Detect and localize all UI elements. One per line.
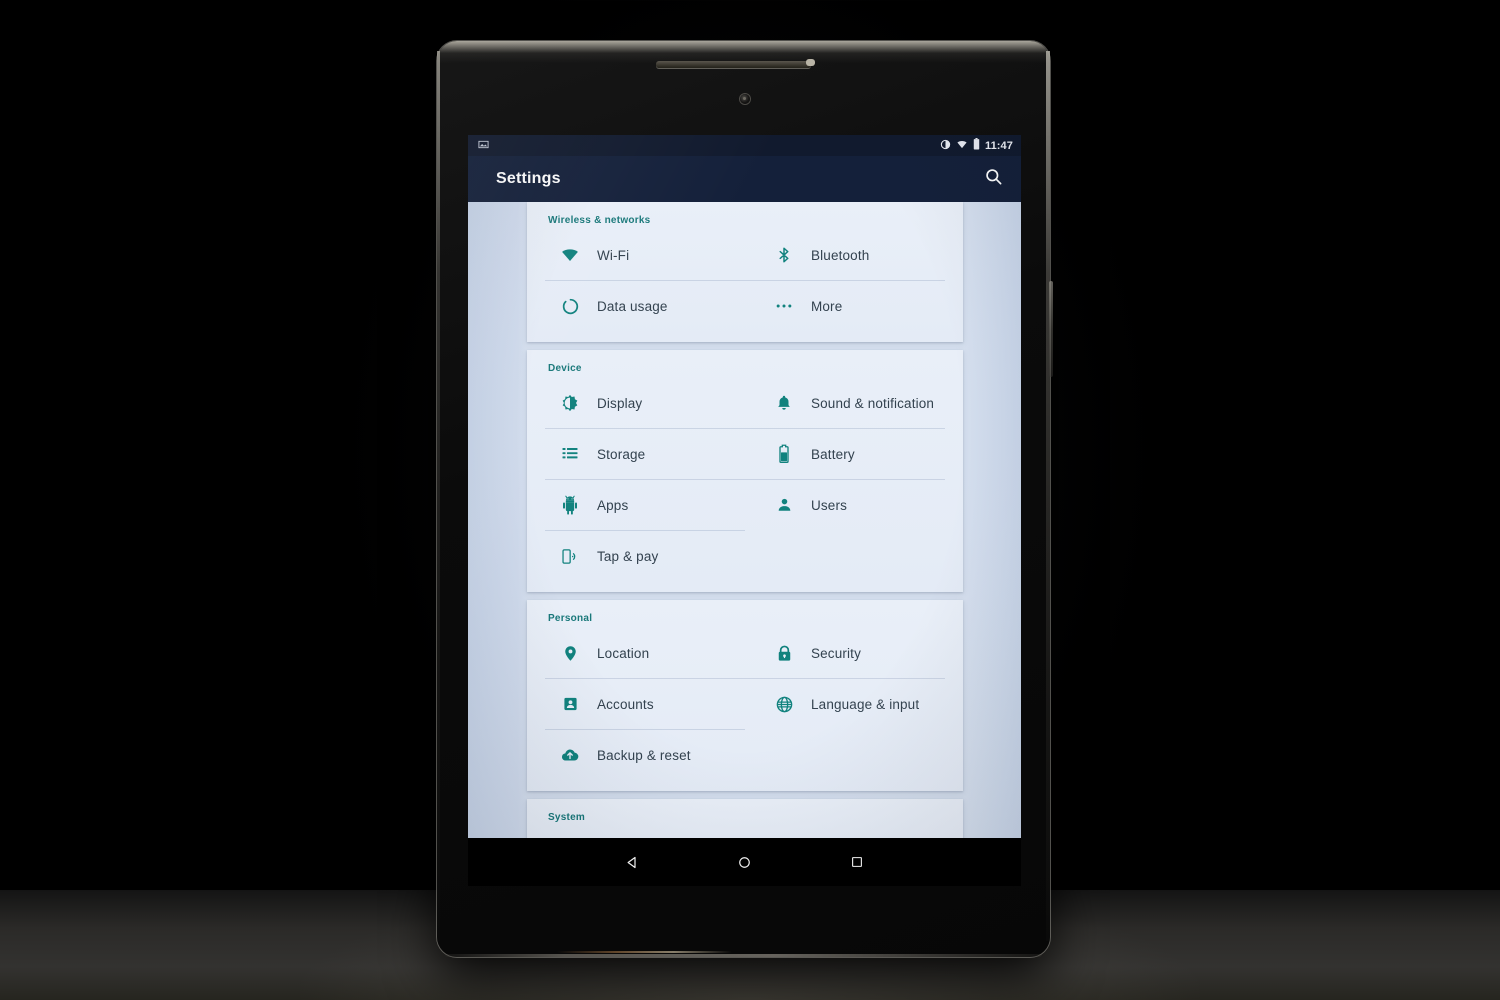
settings-item-label: Accounts: [597, 696, 654, 712]
battery-icon: [771, 442, 797, 466]
settings-item-more[interactable]: More: [745, 281, 945, 332]
settings-item-backup-reset[interactable]: Backup & reset: [545, 730, 745, 781]
status-bar-clock: 11:47: [984, 139, 1013, 152]
settings-item-wi-fi[interactable]: Wi-Fi: [545, 230, 745, 281]
bell-icon: [771, 391, 797, 415]
settings-card-column: Wireless & networks Wi-Fi Bluetooth Data us…: [527, 202, 963, 838]
settings-item-sound-notification[interactable]: Sound & notification: [745, 378, 945, 429]
search-icon[interactable]: [984, 167, 1003, 191]
do-not-disturb-icon: [940, 137, 951, 155]
bluetooth-icon: [771, 243, 797, 267]
camera-lens-dot: [743, 97, 746, 100]
back-button[interactable]: [620, 849, 646, 875]
section-empty-space: [527, 827, 963, 838]
settings-item-label: Display: [597, 395, 643, 411]
settings-scroll-area[interactable]: Wireless & networks Wi-Fi Bluetooth Data us…: [468, 202, 1021, 838]
settings-item-display[interactable]: Display: [545, 378, 745, 429]
android-icon: [557, 493, 583, 517]
settings-item-tap-pay[interactable]: Tap & pay: [545, 531, 745, 582]
settings-item-label: Wi-Fi: [597, 247, 630, 263]
more-icon: [771, 294, 797, 318]
settings-item-label: Security: [811, 645, 861, 661]
settings-item-label: Data usage: [597, 298, 668, 314]
settings-card-device: Device Display Sound & notification Storage…: [527, 350, 963, 592]
settings-item-storage[interactable]: Storage: [545, 429, 745, 480]
settings-item-label: Sound & notification: [811, 395, 935, 411]
data-usage-icon: [557, 294, 583, 318]
storage-icon: [557, 442, 583, 466]
settings-item-label: More: [811, 298, 843, 314]
settings-item-label: Language & input: [811, 696, 920, 712]
settings-card-personal: Personal Location Security Accounts Language…: [527, 600, 963, 791]
tap-and-pay-icon: [557, 544, 583, 568]
settings-card-wireless-networks: Wireless & networks Wi-Fi Bluetooth Data us…: [527, 202, 963, 342]
device-right-rim: [1046, 51, 1050, 941]
settings-item-label: Storage: [597, 446, 646, 462]
navigation-bar: [468, 838, 1021, 886]
settings-item-location[interactable]: Location: [545, 628, 745, 679]
settings-item-language-input[interactable]: Language & input: [745, 679, 945, 730]
wifi-icon: [557, 243, 583, 267]
settings-item-label: Users: [811, 497, 848, 513]
settings-item-label: Tap & pay: [597, 548, 659, 564]
account-card-icon: [557, 692, 583, 716]
person-icon: [771, 493, 797, 517]
screenshot-icon: [478, 137, 489, 155]
location-pin-icon: [557, 641, 583, 665]
tablet-device: 11:47 Settings Wireless & networks Wi-Fi B…: [437, 41, 1053, 957]
section-title: Device: [548, 363, 582, 374]
power-button[interactable]: [1049, 281, 1053, 377]
cloud-upload-icon: [557, 743, 583, 767]
settings-grid: Display Sound & notification Storage Batter…: [527, 378, 963, 582]
device-left-rim: [437, 51, 440, 941]
status-bar-system-icons: 11:47: [940, 137, 1013, 155]
tablet-screen: 11:47 Settings Wireless & networks Wi-Fi B…: [468, 135, 1021, 838]
page-title: Settings: [496, 170, 561, 187]
status-bar: 11:47: [468, 135, 1021, 156]
settings-item-data-usage[interactable]: Data usage: [545, 281, 745, 332]
brightness-icon: [557, 391, 583, 415]
settings-grid: Location Security Accounts Language & input…: [527, 628, 963, 781]
settings-item-label: Battery: [811, 446, 855, 462]
device-bottom-rim: [445, 954, 1042, 957]
settings-item-security[interactable]: Security: [745, 628, 945, 679]
settings-item-label: Apps: [597, 497, 629, 513]
speaker-grille: [656, 61, 811, 68]
status-bar-notifications: [478, 137, 489, 155]
lock-icon: [771, 641, 797, 665]
settings-card-system: System: [527, 799, 963, 838]
globe-icon: [771, 692, 797, 716]
settings-item-battery[interactable]: Battery: [745, 429, 945, 480]
settings-item-apps[interactable]: Apps: [545, 480, 745, 531]
settings-item-label: Bluetooth: [811, 247, 870, 263]
section-title: Wireless & networks: [548, 215, 651, 226]
bottom-reflection: [557, 951, 732, 953]
section-title: Personal: [548, 613, 593, 624]
home-button[interactable]: [732, 849, 758, 875]
device-top-rim: [437, 41, 1050, 63]
grid-spacer: [745, 730, 945, 781]
recent-apps-button[interactable]: [844, 849, 870, 875]
speaker-grille-end: [806, 59, 815, 66]
section-title: System: [548, 812, 586, 823]
photo-scene: 11:47 Settings Wireless & networks Wi-Fi B…: [0, 0, 1500, 1000]
app-bar: Settings: [468, 156, 1021, 202]
settings-item-label: Backup & reset: [597, 747, 691, 763]
settings-item-accounts[interactable]: Accounts: [545, 679, 745, 730]
settings-grid: Wi-Fi Bluetooth Data usage More: [527, 230, 963, 332]
wifi-icon: [956, 137, 968, 155]
settings-item-bluetooth[interactable]: Bluetooth: [745, 230, 945, 281]
settings-item-label: Location: [597, 645, 650, 661]
grid-spacer: [745, 531, 945, 582]
battery-icon: [973, 137, 980, 155]
settings-item-users[interactable]: Users: [745, 480, 945, 531]
